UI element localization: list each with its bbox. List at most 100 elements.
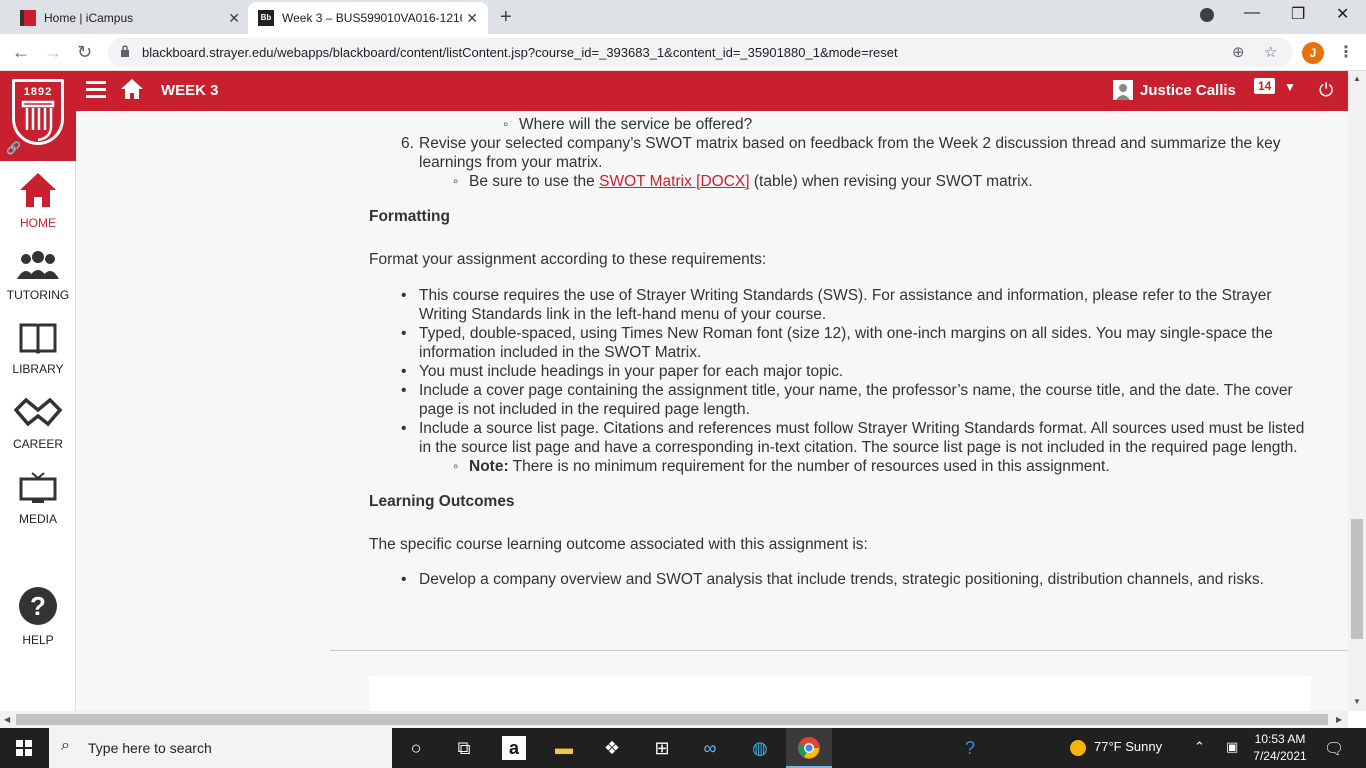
chrome-taskbar-button[interactable] [786, 728, 832, 768]
left-navigation: HOME TUTORING LIBRARY CAREER MEDIA ? HEL… [0, 161, 76, 711]
strayer-logo[interactable]: 1892 🔗 [0, 71, 76, 161]
url-text: blackboard.strayer.edu/webapps/blackboar… [142, 45, 898, 60]
scrollbar-thumb[interactable] [1351, 519, 1363, 639]
formatting-list: This course requires the use of Strayer … [369, 286, 1319, 476]
taskbar-search[interactable]: ⌕ Type here to search [49, 728, 392, 768]
nav-career[interactable]: CAREER [0, 396, 76, 451]
nav-label: HELP [22, 633, 54, 647]
task-view-icon[interactable]: ⧉ [452, 736, 476, 760]
bookmark-star-icon[interactable]: ☆ [1264, 43, 1277, 61]
list-item: Where will the service be offered? [503, 115, 1319, 134]
horizontal-scrollbar[interactable]: ◀ ▶ [0, 711, 1348, 728]
search-icon: ⌕ [61, 737, 70, 754]
close-tab-icon[interactable]: ✕ [228, 10, 240, 27]
tab-week3[interactable]: Bb Week 3 – BUS599010VA016-1216 ✕ [248, 2, 488, 34]
vertical-scrollbar[interactable]: ▲ ▼ [1348, 71, 1366, 711]
scrollbar-thumb[interactable] [16, 714, 1328, 725]
back-icon[interactable]: ← [12, 42, 30, 63]
tab-home-icampus[interactable]: Home | iCampus ✕ [10, 2, 250, 34]
nav-tutoring[interactable]: TUTORING [0, 249, 76, 302]
amazon-icon[interactable]: a [502, 736, 526, 760]
user-avatar[interactable] [1113, 80, 1133, 100]
list-item-text: Include a source list page. Citations an… [419, 420, 1305, 456]
nav-label: HOME [20, 216, 56, 230]
item-number: 6. [401, 135, 414, 152]
tray-chevron-icon[interactable]: ⌃ [1194, 739, 1205, 755]
help-icon: ? [19, 587, 57, 625]
formatting-heading: Formatting [369, 208, 450, 225]
weather-text: 77°F Sunny [1094, 739, 1163, 754]
formatting-intro: Format your assignment according to thes… [369, 251, 767, 268]
store-icon[interactable]: ⊞ [650, 736, 674, 760]
help-app-icon[interactable]: ? [958, 736, 982, 760]
nav-home[interactable]: HOME [0, 171, 76, 230]
list-item: Note: There is no minimum requirement fo… [453, 457, 1319, 476]
dropbox-icon[interactable]: ❖ [600, 736, 624, 760]
cortana-icon[interactable]: ○ [404, 736, 428, 760]
user-icon [1116, 84, 1130, 100]
sub-list: Note: There is no minimum requirement fo… [419, 457, 1319, 476]
numbered-item-6: 6. Revise your selected company’s SWOT m… [369, 134, 1319, 191]
list-item: Be sure to use the SWOT Matrix [DOCX] (t… [453, 172, 1319, 191]
reload-icon[interactable]: ↻ [77, 42, 92, 63]
hamburger-menu-icon[interactable] [86, 81, 106, 99]
new-tab-icon[interactable]: + [500, 6, 512, 29]
file-explorer-icon[interactable]: ▬ [552, 736, 576, 760]
list-item: Include a source list page. Citations an… [401, 419, 1319, 476]
sun-icon [1070, 739, 1086, 756]
meet-now-icon[interactable]: ▣ [1226, 739, 1238, 755]
windows-taskbar: ⌕ Type here to search ○ ⧉ a ▬ ❖ ⊞ ∞ ◍ ? … [0, 728, 1366, 768]
search-placeholder: Type here to search [88, 740, 212, 756]
restore-icon[interactable]: ❐ [1291, 4, 1305, 24]
nav-media[interactable]: MEDIA [0, 471, 76, 526]
blackboard-favicon-icon: Bb [258, 10, 274, 26]
scroll-left-icon[interactable]: ◀ [4, 715, 10, 724]
nav-label: MEDIA [18, 512, 57, 526]
list-item: Include a cover page containing the assi… [401, 381, 1319, 419]
handshake-icon [13, 397, 63, 427]
scroll-right-icon[interactable]: ▶ [1336, 715, 1342, 724]
browser-tab-bar: Home | iCampus ✕ Bb Week 3 – BUS599010VA… [0, 0, 1366, 34]
nav-label: LIBRARY [12, 362, 64, 376]
sub-prefix: Be sure to use the [469, 173, 595, 190]
list-item: Typed, double-spaced, using Times New Ro… [401, 324, 1319, 362]
tab-title: Home | iCampus [44, 11, 134, 25]
windows-start-icon[interactable] [16, 740, 32, 756]
chevron-down-icon[interactable]: ▼ [1284, 80, 1296, 94]
note-label: Note: [469, 458, 509, 475]
people-icon [17, 251, 59, 279]
tv-icon [19, 472, 57, 503]
minimize-icon[interactable]: — [1244, 4, 1260, 22]
profile-avatar[interactable]: J [1302, 42, 1324, 64]
browser-menu-icon[interactable]: ⋮ [1338, 42, 1354, 62]
weather-widget[interactable]: 77°F Sunny [1070, 739, 1162, 756]
infinity-app-icon[interactable]: ∞ [698, 736, 722, 760]
list-item: Develop a company overview and SWOT anal… [401, 570, 1319, 589]
learning-outcomes-heading: Learning Outcomes [369, 493, 515, 510]
user-name[interactable]: Justice Callis [1140, 82, 1236, 99]
close-window-icon[interactable]: ✕ [1336, 4, 1349, 24]
svg-text:?: ? [30, 591, 46, 621]
home-icon[interactable] [120, 78, 144, 100]
notification-badge[interactable]: 14 [1254, 78, 1276, 94]
close-tab-icon[interactable]: ✕ [466, 10, 478, 27]
page-title: WEEK 3 [161, 82, 219, 99]
scroll-down-icon[interactable]: ▼ [1353, 697, 1361, 706]
nav-label: TUTORING [6, 288, 70, 302]
swot-matrix-link[interactable]: SWOT Matrix [DOCX] [599, 173, 749, 190]
notifications-icon[interactable]: 🗨 [1324, 739, 1344, 759]
content-area: Where will the service be offered? 6. Re… [76, 111, 1348, 711]
zoom-icon[interactable]: ⊕ [1232, 43, 1245, 61]
logout-power-icon[interactable]: ⏻ [1319, 80, 1333, 101]
book-icon [19, 323, 57, 354]
edge-icon[interactable]: ◍ [748, 736, 772, 760]
nav-help[interactable]: ? HELP [0, 586, 76, 647]
url-field[interactable]: blackboard.strayer.edu/webapps/blackboar… [108, 38, 1293, 67]
nav-library[interactable]: LIBRARY [0, 321, 76, 376]
taskbar-clock[interactable]: 10:53 AM 7/24/2021 [1250, 731, 1310, 765]
strayer-favicon-icon [20, 10, 36, 26]
profile-menu-icon[interactable] [1200, 8, 1214, 22]
scroll-up-icon[interactable]: ▲ [1353, 74, 1361, 83]
date: 7/24/2021 [1253, 749, 1307, 763]
forward-icon[interactable]: → [44, 42, 62, 63]
